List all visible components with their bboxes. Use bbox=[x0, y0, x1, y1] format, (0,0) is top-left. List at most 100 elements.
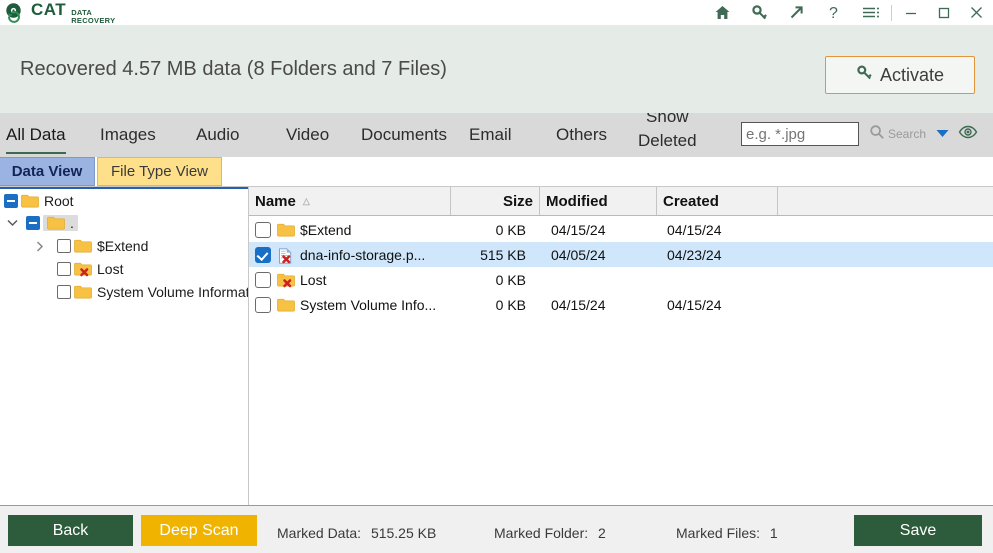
folder-tree-panel[interactable]: Root . $Extend Lost System Volume Inform… bbox=[0, 187, 249, 505]
marked-data-stat: Marked Data: 515.25 KB bbox=[277, 525, 436, 541]
marked-folder-value: 2 bbox=[598, 525, 606, 541]
marked-data-label: Marked Data: bbox=[277, 525, 362, 541]
tab-video[interactable]: Video bbox=[286, 113, 329, 157]
tree-node-extend[interactable]: $Extend bbox=[32, 235, 148, 257]
home-icon[interactable] bbox=[704, 0, 741, 25]
row-modified: 04/15/24 bbox=[551, 296, 606, 313]
tree-node-lost[interactable]: Lost bbox=[32, 258, 123, 280]
toolbar-divider bbox=[891, 4, 892, 21]
file-list-panel: Name △ Size Modified Created $Extend 0 K… bbox=[249, 187, 993, 505]
column-header-size-label: Size bbox=[502, 192, 533, 210]
search-input[interactable] bbox=[741, 122, 859, 146]
brand-name: CAT bbox=[31, 0, 67, 19]
marked-data-value: 515.25 KB bbox=[370, 525, 437, 541]
app-logo: CAT DATA RECOVERY bbox=[0, 0, 115, 25]
tab-show-deleted[interactable]: Show Deleted bbox=[638, 113, 697, 151]
tree-node-label: . bbox=[70, 215, 74, 231]
row-created: 04/23/24 bbox=[667, 246, 722, 263]
tab-images[interactable]: Images bbox=[100, 113, 156, 157]
tree-top-accent bbox=[0, 187, 248, 189]
row-size: 0 KB bbox=[495, 271, 526, 288]
back-button[interactable]: Back bbox=[8, 515, 133, 546]
expander-placeholder bbox=[32, 284, 48, 300]
deep-scan-button[interactable]: Deep Scan bbox=[141, 515, 257, 546]
checkbox-unchecked-icon[interactable] bbox=[57, 285, 71, 299]
help-icon[interactable]: ? bbox=[815, 0, 852, 25]
column-header-size[interactable]: Size bbox=[451, 187, 540, 215]
folder-icon bbox=[47, 216, 65, 230]
tree-node-label: Root bbox=[44, 193, 74, 209]
search-area: Search bbox=[741, 122, 978, 146]
tree-node-label: Lost bbox=[97, 261, 124, 277]
column-header-modified[interactable]: Modified bbox=[540, 187, 657, 215]
tree-node-root[interactable]: Root bbox=[4, 190, 74, 212]
show-deleted-line2: Deleted bbox=[638, 131, 697, 150]
chevron-down-icon[interactable] bbox=[4, 215, 20, 231]
marked-files-value: 1 bbox=[769, 525, 778, 541]
row-size: 0 KB bbox=[495, 296, 526, 313]
search-icon bbox=[869, 124, 885, 145]
page-title: Recovered 4.57 MB data (8 Folders and 7 … bbox=[20, 57, 447, 80]
row-size: 515 KB bbox=[480, 246, 526, 263]
sort-ascending-icon: △ bbox=[302, 195, 310, 206]
tree-node-label: $Extend bbox=[97, 238, 149, 254]
activate-button[interactable]: Activate bbox=[825, 56, 975, 94]
marked-folder-label: Marked Folder: bbox=[494, 525, 589, 541]
folder-icon bbox=[21, 194, 39, 208]
search-button[interactable]: Search bbox=[869, 124, 926, 145]
upgrade-arrow-icon[interactable] bbox=[778, 0, 815, 25]
column-header-modified-label: Modified bbox=[546, 192, 608, 210]
app-window: CAT DATA RECOVERY ? Recovered 4.57 MB da… bbox=[0, 0, 993, 553]
key-icon[interactable] bbox=[741, 0, 778, 25]
row-modified: 04/05/24 bbox=[551, 246, 606, 263]
summary-header: Recovered 4.57 MB data (8 Folders and 7 … bbox=[0, 25, 993, 113]
column-header-name[interactable]: Name △ bbox=[249, 187, 451, 215]
menu-icon[interactable] bbox=[852, 0, 889, 25]
category-tab-bar: All Data Images Audio Video Documents Em… bbox=[0, 113, 993, 157]
maximize-button[interactable] bbox=[927, 0, 960, 25]
tab-others[interactable]: Others bbox=[556, 113, 607, 157]
chevron-right-icon[interactable] bbox=[32, 238, 48, 254]
row-size: 0 KB bbox=[495, 221, 526, 238]
column-header-name-label: Name bbox=[255, 192, 296, 210]
folder-icon bbox=[74, 285, 92, 299]
table-row[interactable]: dna-info-storage.p... 515 KB 04/05/24 04… bbox=[249, 242, 993, 267]
tree-node-dot[interactable]: . bbox=[4, 212, 78, 234]
title-bar: CAT DATA RECOVERY ? bbox=[0, 0, 993, 25]
folder-deleted-icon bbox=[74, 262, 92, 277]
checkbox-partial-icon[interactable] bbox=[26, 216, 40, 230]
checkbox-unchecked-icon[interactable] bbox=[57, 262, 71, 276]
tab-all-data[interactable]: All Data bbox=[6, 113, 66, 157]
show-deleted-line1: Show bbox=[646, 113, 689, 126]
expander-placeholder bbox=[32, 261, 48, 277]
save-button[interactable]: Save bbox=[854, 515, 982, 546]
row-modified: 04/15/24 bbox=[551, 221, 606, 238]
tab-audio[interactable]: Audio bbox=[196, 113, 239, 157]
tab-documents[interactable]: Documents bbox=[361, 113, 447, 157]
minimize-button[interactable] bbox=[894, 0, 927, 25]
view-tab-bar: Data View File Type View bbox=[0, 157, 993, 187]
key-icon bbox=[856, 64, 873, 86]
search-button-label: Search bbox=[888, 127, 927, 141]
tree-node-system-volume-information[interactable]: System Volume Informat bbox=[32, 281, 248, 303]
close-button[interactable] bbox=[960, 0, 993, 25]
marked-files-label: Marked Files: bbox=[676, 525, 761, 541]
preview-eye-icon[interactable] bbox=[958, 125, 978, 144]
table-row[interactable]: Lost 0 KB bbox=[249, 267, 993, 292]
checkbox-partial-icon[interactable] bbox=[4, 194, 18, 208]
tab-data-view[interactable]: Data View bbox=[0, 157, 95, 186]
marked-files-stat: Marked Files: 1 bbox=[676, 525, 778, 541]
activate-label: Activate bbox=[879, 64, 945, 85]
tab-file-type-view[interactable]: File Type View bbox=[97, 157, 222, 186]
table-row[interactable]: System Volume Info... 0 KB 04/15/24 04/1… bbox=[249, 292, 993, 317]
column-header-created[interactable]: Created bbox=[657, 187, 778, 215]
bottom-action-bar: Back Deep Scan Save Marked Data: 515.25 … bbox=[0, 505, 993, 553]
title-bar-actions: ? bbox=[704, 0, 993, 25]
checkbox-unchecked-icon[interactable] bbox=[57, 239, 71, 253]
table-row[interactable]: $Extend 0 KB 04/15/24 04/15/24 bbox=[249, 217, 993, 242]
column-header-filler bbox=[778, 187, 993, 215]
chevron-down-icon[interactable] bbox=[936, 125, 949, 143]
column-header-created-label: Created bbox=[663, 192, 719, 210]
disk-recovery-icon bbox=[4, 2, 26, 24]
tab-email[interactable]: Email bbox=[469, 113, 512, 157]
